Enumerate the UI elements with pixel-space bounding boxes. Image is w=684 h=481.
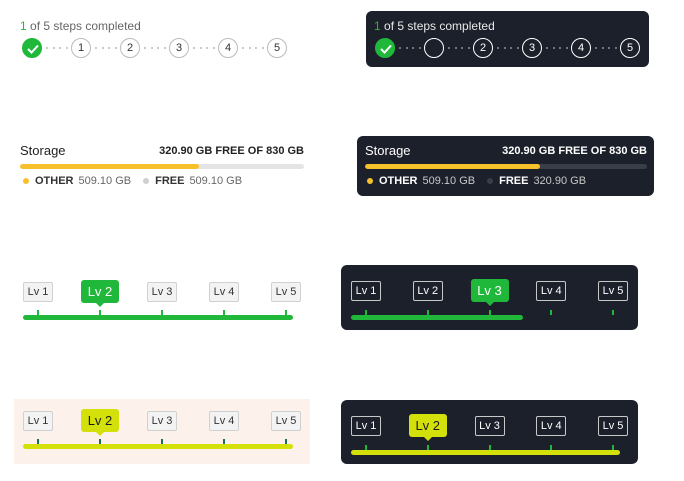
level-option-4[interactable]: Lv 4	[209, 411, 239, 431]
step-completed[interactable]	[375, 38, 395, 58]
level-option-5[interactable]: Lv 5	[271, 411, 301, 431]
step-connector	[95, 38, 117, 58]
level-option-3[interactable]: Lv 3	[147, 282, 177, 302]
storage-dark: Storage 320.90 GB FREE OF 830 GB OTHER 5…	[357, 136, 654, 196]
step-2[interactable]: 2	[120, 38, 140, 58]
storage-bar-used	[20, 164, 199, 169]
level-active-label: Lv 2	[415, 418, 441, 433]
badge-pointer	[96, 303, 104, 307]
storage-bar	[365, 164, 647, 169]
badge-pointer	[96, 432, 104, 436]
level-tick	[612, 310, 614, 315]
other-dot	[367, 178, 373, 184]
step-connector	[497, 38, 519, 58]
step-connector	[546, 38, 568, 58]
level-track[interactable]	[23, 444, 293, 449]
step-connector	[242, 38, 264, 58]
storage-title: Storage	[20, 143, 66, 158]
storage-bar-used	[365, 164, 540, 169]
step-4[interactable]: 4	[571, 38, 591, 58]
legend-free-label: FREE	[499, 175, 529, 187]
step-connector	[595, 38, 617, 58]
step-5[interactable]: 5	[620, 38, 640, 58]
legend-other-label: OTHER	[35, 175, 74, 187]
steps-row: 1 2 3 4 5	[22, 38, 292, 60]
step-1[interactable]: 1	[71, 38, 91, 58]
step-connector	[46, 38, 68, 58]
legend-free-label: FREE	[155, 175, 185, 187]
level-option-5[interactable]: Lv 5	[271, 282, 301, 302]
level-track[interactable]	[23, 315, 293, 320]
legend-other-value: 509.10 GB	[422, 175, 476, 187]
check-icon	[27, 44, 39, 54]
level-active-badge[interactable]: Lv 2	[408, 414, 447, 441]
steps-caption: 1 of 5 steps completed	[20, 19, 141, 33]
storage-legend: OTHER 509.10 GB FREE 509.10 GB	[23, 175, 254, 187]
level-slider-green-light[interactable]: Lv 1 Lv 2 Lv 3 Lv 4 Lv 5	[14, 270, 310, 330]
steps-light: 1 of 5 steps completed 1 2 3 4 5	[20, 18, 300, 63]
steps-row: 2 3 4 5	[375, 38, 645, 60]
level-slider-lime-light[interactable]: Lv 1 Lv 2 Lv 3 Lv 4 Lv 5	[14, 399, 310, 464]
legend-other-label: OTHER	[379, 175, 418, 187]
storage-summary: 320.90 GB FREE OF 830 GB	[159, 145, 304, 157]
level-option-4[interactable]: Lv 4	[209, 282, 239, 302]
steps-dark: 1 of 5 steps completed 2 3 4 5	[366, 11, 649, 67]
step-connector	[448, 38, 470, 58]
step-connector	[193, 38, 215, 58]
badge-pointer	[485, 302, 494, 306]
level-tick	[550, 310, 553, 315]
level-option-1[interactable]: Lv 1	[23, 411, 53, 431]
steps-caption: 1 of 5 steps completed	[374, 19, 495, 33]
level-track[interactable]	[351, 315, 523, 320]
level-active-badge[interactable]: Lv 3	[470, 279, 509, 306]
free-dot	[143, 178, 150, 184]
step-3[interactable]: 3	[169, 38, 189, 58]
level-option-1[interactable]: Lv 1	[23, 282, 53, 302]
level-active-label: Lv 2	[87, 413, 113, 428]
free-dot	[487, 178, 494, 184]
level-option-1[interactable]: Lv 1	[351, 416, 381, 436]
step-2[interactable]: 2	[473, 38, 493, 58]
level-option-5[interactable]: Lv 5	[598, 416, 628, 436]
step-3[interactable]: 3	[522, 38, 542, 58]
level-slider-green-dark[interactable]: Lv 1 Lv 2 Lv 3 Lv 4 Lv 5	[341, 265, 638, 330]
level-option-4[interactable]: Lv 4	[536, 416, 567, 436]
level-active-label: Lv 3	[477, 283, 502, 298]
legend-free-value: 509.10 GB	[189, 175, 243, 187]
level-option-3[interactable]: Lv 3	[147, 411, 177, 431]
level-active-badge[interactable]: Lv 2	[81, 409, 119, 436]
step-4[interactable]: 4	[218, 38, 238, 58]
storage-light: Storage 320.90 GB FREE OF 830 GB OTHER 5…	[20, 143, 304, 191]
level-option-5[interactable]: Lv 5	[598, 281, 628, 301]
badge-pointer	[423, 437, 432, 441]
level-option-4[interactable]: Lv 4	[536, 281, 567, 301]
step-connector	[144, 38, 166, 58]
level-option-1[interactable]: Lv 1	[351, 281, 381, 301]
level-option-3[interactable]: Lv 3	[474, 416, 505, 436]
storage-title: Storage	[365, 143, 411, 158]
storage-bar	[20, 164, 304, 169]
step-completed[interactable]	[22, 38, 42, 58]
legend-free-value: 320.90 GB	[533, 175, 587, 187]
step-connector	[399, 38, 421, 58]
storage-legend: OTHER 509.10 GB FREE 320.90 GB	[367, 175, 598, 187]
storage-summary: 320.90 GB FREE OF 830 GB	[502, 145, 647, 157]
step-5[interactable]: 5	[267, 38, 287, 58]
check-icon	[380, 44, 392, 54]
legend-other-value: 509.10 GB	[78, 175, 132, 187]
level-slider-lime-dark[interactable]: Lv 1 Lv 2 Lv 3 Lv 4 Lv 5	[341, 400, 638, 464]
other-dot	[23, 178, 29, 184]
level-track[interactable]	[351, 450, 620, 455]
level-active-label: Lv 2	[87, 284, 113, 299]
step-1-current[interactable]	[424, 38, 444, 58]
level-option-2[interactable]: Lv 2	[412, 281, 443, 301]
level-active-badge[interactable]: Lv 2	[81, 280, 119, 307]
